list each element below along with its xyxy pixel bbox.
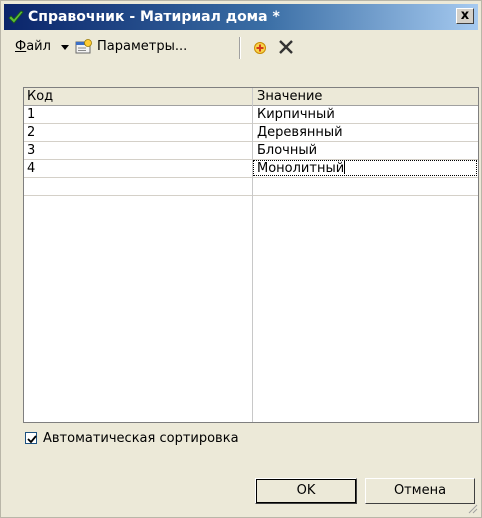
cell-code: 3 bbox=[27, 143, 36, 158]
window-title: Справочник - Матириал дома * bbox=[28, 9, 280, 25]
parameters-button[interactable]: Параметры... bbox=[97, 39, 187, 54]
cell-value: Кирпичный bbox=[257, 107, 335, 122]
check-leaf-icon bbox=[8, 10, 24, 24]
parameters-icon[interactable] bbox=[75, 39, 93, 55]
resize-grip-icon[interactable] bbox=[466, 502, 478, 514]
table-row-empty[interactable] bbox=[24, 178, 478, 196]
close-icon: x bbox=[460, 8, 470, 23]
add-record-icon[interactable] bbox=[253, 41, 267, 55]
grid-header: Код Значение bbox=[24, 88, 478, 106]
cell-code: 2 bbox=[27, 125, 36, 140]
toolbar: Файл Параметры... bbox=[7, 33, 477, 63]
file-menu-label: айл bbox=[26, 39, 51, 54]
table-row-selected[interactable]: 4 Монолитный bbox=[24, 160, 478, 178]
auto-sort-checkbox[interactable] bbox=[25, 432, 37, 444]
data-grid[interactable]: Код Значение 1 Кирпичный 2 Деревянный 3 … bbox=[23, 87, 479, 423]
checkmark-icon bbox=[27, 435, 37, 444]
column-header-value[interactable]: Значение bbox=[257, 89, 322, 104]
cell-value-editing[interactable]: Монолитный bbox=[257, 161, 346, 176]
cell-code: 4 bbox=[27, 161, 36, 176]
auto-sort-label: Автоматическая сортировка bbox=[43, 431, 239, 446]
table-row[interactable]: 2 Деревянный bbox=[24, 124, 478, 142]
title-bar[interactable]: Справочник - Матириал дома * x bbox=[4, 4, 478, 30]
text-caret bbox=[344, 161, 346, 174]
table-row[interactable]: 1 Кирпичный bbox=[24, 106, 478, 124]
cell-value: Монолитный bbox=[257, 161, 345, 176]
cell-code: 1 bbox=[27, 107, 36, 122]
ok-button[interactable]: OK bbox=[255, 478, 357, 504]
dialog-window: Справочник - Матириал дома * x Файл Пара… bbox=[0, 0, 482, 518]
dropdown-arrow-icon[interactable] bbox=[61, 45, 69, 50]
file-menu[interactable]: Файл bbox=[15, 39, 51, 54]
cancel-button[interactable]: Отмена bbox=[365, 478, 475, 504]
cell-value: Деревянный bbox=[257, 125, 343, 140]
column-header-code[interactable]: Код bbox=[27, 89, 53, 104]
column-divider bbox=[252, 88, 253, 422]
file-menu-accelerator: Ф bbox=[15, 39, 27, 54]
toolbar-separator bbox=[239, 37, 241, 59]
delete-record-icon[interactable] bbox=[277, 38, 295, 56]
close-button[interactable]: x bbox=[456, 8, 474, 24]
cell-value: Блочный bbox=[257, 143, 318, 158]
table-row[interactable]: 3 Блочный bbox=[24, 142, 478, 160]
